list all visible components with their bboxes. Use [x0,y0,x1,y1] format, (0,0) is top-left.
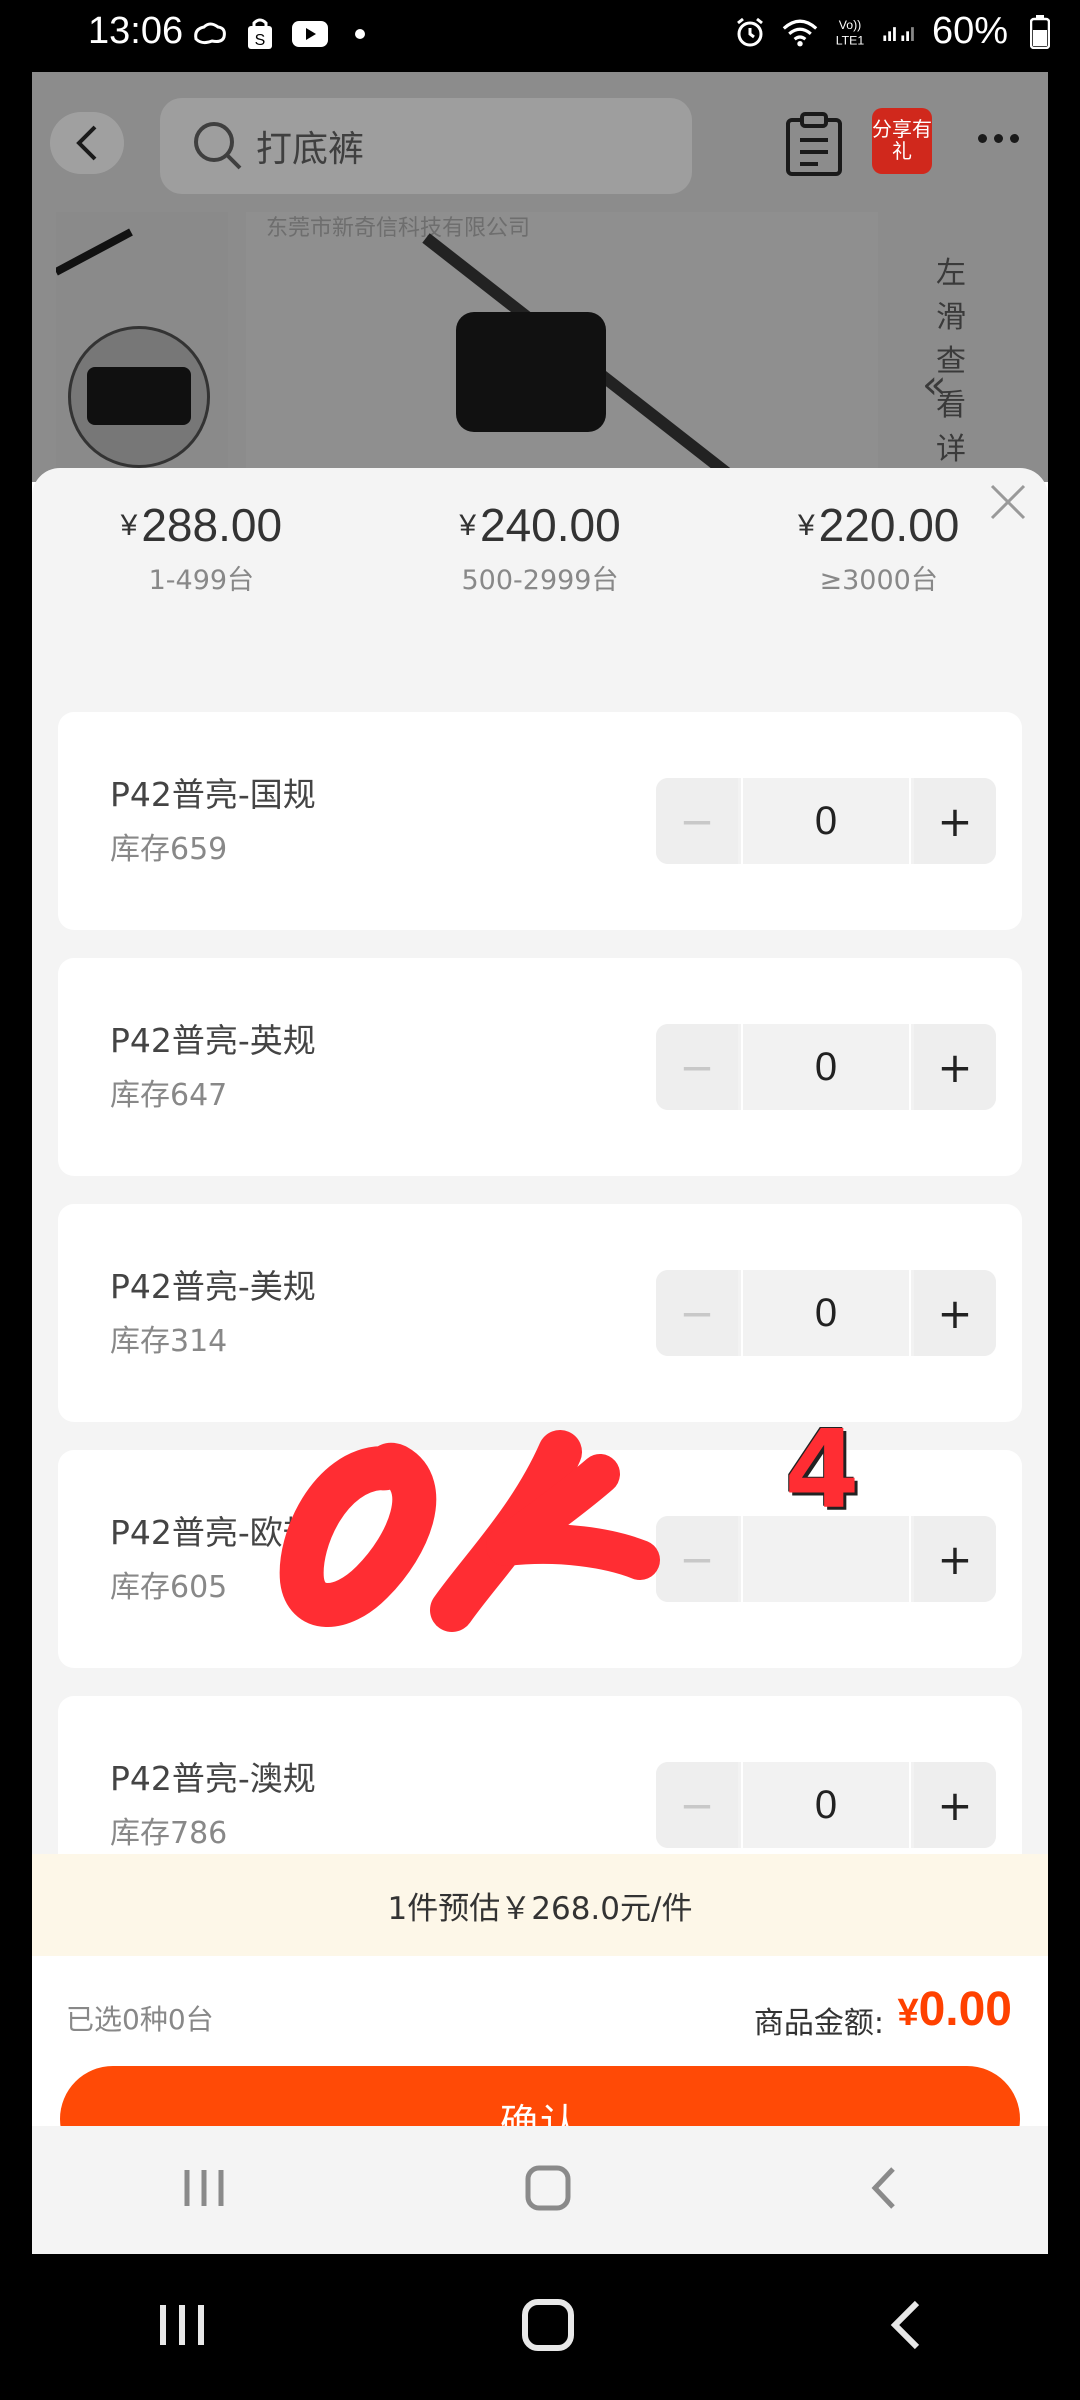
quantity-input[interactable]: 0 [741,778,911,864]
variant-stock: 库存605 [110,1570,228,1605]
status-time: 13:06 [88,10,184,52]
price-estimate-bar: 1件预估￥268.0元/件 [32,1854,1048,1956]
variant-stock: 库存647 [110,1078,228,1113]
more-icon[interactable] [978,134,1019,143]
thumbnail-blade-image [56,228,133,276]
variant-name: P42普亮-英规 [110,1021,316,1060]
variant-name: P42普亮-澳规 [110,1759,316,1798]
quantity-input[interactable] [741,1516,911,1602]
quantity-stepper: − 0 + [656,1762,996,1848]
quantity-stepper: − 0 + [656,778,996,864]
decrease-button[interactable]: − [656,778,738,864]
sku-selector-sheet: ¥288.00 1-499台 ¥240.00 500-2999台 ¥220.00… [32,468,1048,2254]
increase-button[interactable]: + [914,1762,996,1848]
product-page-background: 打底裤 分享有礼 东莞市新奇信科技有限公司 « 左滑查看详 [32,72,1048,482]
share-badge-label: 分享有礼 [872,117,932,163]
variant-stock: 库存786 [110,1816,228,1851]
increase-button[interactable]: + [914,1024,996,1110]
quantity-stepper: − 0 + [656,1024,996,1110]
clipboard-icon[interactable] [782,112,846,178]
variant-row: P42普亮-欧规 库存605 − + [58,1450,1022,1668]
increase-button[interactable]: + [914,1270,996,1356]
thumbnail-image[interactable] [68,326,210,468]
top-bar: 打底裤 分享有礼 [32,72,1048,212]
shopping-bag-icon: S [242,16,278,52]
search-icon [194,122,242,170]
decrease-button[interactable]: − [656,1762,738,1848]
tier-range: 500-2999台 [461,565,619,596]
volte-icon: Vo)) LTE1 [832,14,868,50]
product-image[interactable]: 东莞市新奇信科技有限公司 [246,212,878,482]
dot-icon [342,16,378,52]
svg-text:LTE1: LTE1 [836,33,865,47]
chevron-left-icon [76,125,97,161]
variant-name: P42普亮-国规 [110,775,316,814]
total-amount: ¥0.00 [897,1983,1012,2036]
tier-range: 1-499台 [148,565,255,596]
search-placeholder: 打底裤 [256,129,365,170]
variant-row: P42普亮-国规 库存659 − 0 + [58,712,1022,930]
svg-text:Vo)): Vo)) [839,18,862,32]
back-icon[interactable] [869,2165,899,2215]
decrease-button[interactable]: − [656,1270,738,1356]
home-icon[interactable] [524,2164,572,2216]
price-tier: ¥220.00 ≥3000台 [709,498,1048,608]
quantity-stepper: − 0 + [656,1270,996,1356]
price-tier: ¥288.00 1-499台 [32,498,371,608]
back-button[interactable] [50,112,124,174]
quantity-input[interactable]: 0 [741,1270,911,1356]
variant-row: P42普亮-英规 库存647 − 0 + [58,958,1022,1176]
variant-row: P42普亮-美规 库存314 − 0 + [58,1204,1022,1422]
image-watermark: 东莞市新奇信科技有限公司 [266,216,531,241]
amount-label: 商品金额: [753,2006,884,2041]
app-window: 打底裤 分享有礼 东莞市新奇信科技有限公司 « 左滑查看详 ¥288.00 1-… [32,72,1048,2254]
tier-price: 288.00 [141,499,283,551]
svg-text:S: S [255,32,266,49]
selected-count: 已选0种0台 [66,2003,214,2036]
search-input[interactable]: 打底裤 [160,98,692,194]
variant-name: P42普亮-美规 [110,1267,316,1306]
tier-range: ≥3000台 [819,565,938,596]
quantity-stepper: − + [656,1516,996,1602]
battery-icon [1022,14,1058,50]
share-gift-button[interactable]: 分享有礼 [872,108,932,174]
battery-percent: 60% [931,10,1008,52]
price-tier: ¥240.00 500-2999台 [371,498,710,608]
variant-stock: 库存659 [110,832,228,867]
app-navigation-bar [32,2126,1048,2254]
signal-icon [882,14,918,50]
back-icon[interactable] [889,2299,923,2355]
thumbnail-strip[interactable] [56,212,228,482]
alarm-icon [732,14,768,50]
home-icon[interactable] [521,2298,575,2356]
price-tiers: ¥288.00 1-499台 ¥240.00 500-2999台 ¥220.00… [32,498,1048,608]
price-estimate: 1件预估￥268.0元/件 [387,1890,693,1927]
quantity-input[interactable]: 0 [741,1024,911,1110]
cloud-icon [192,16,228,52]
decrease-button[interactable]: − [656,1516,738,1602]
system-navigation-bar [0,2254,1080,2400]
tier-price: 220.00 [818,499,960,551]
variant-name: P42普亮-欧规 [110,1513,316,1552]
recent-apps-icon[interactable] [157,2301,207,2353]
status-bar: 13:06 S Vo)) LTE1 60% [0,0,1080,72]
wifi-icon [782,14,818,50]
variant-stock: 库存314 [110,1324,228,1359]
recent-apps-icon[interactable] [181,2166,227,2214]
increase-button[interactable]: + [914,778,996,864]
tier-price: 240.00 [480,499,621,551]
decrease-button[interactable]: − [656,1024,738,1110]
quantity-input[interactable]: 0 [741,1762,911,1848]
swipe-hint: 左滑查看详 [936,256,966,467]
increase-button[interactable]: + [914,1516,996,1602]
youtube-icon [292,16,328,52]
